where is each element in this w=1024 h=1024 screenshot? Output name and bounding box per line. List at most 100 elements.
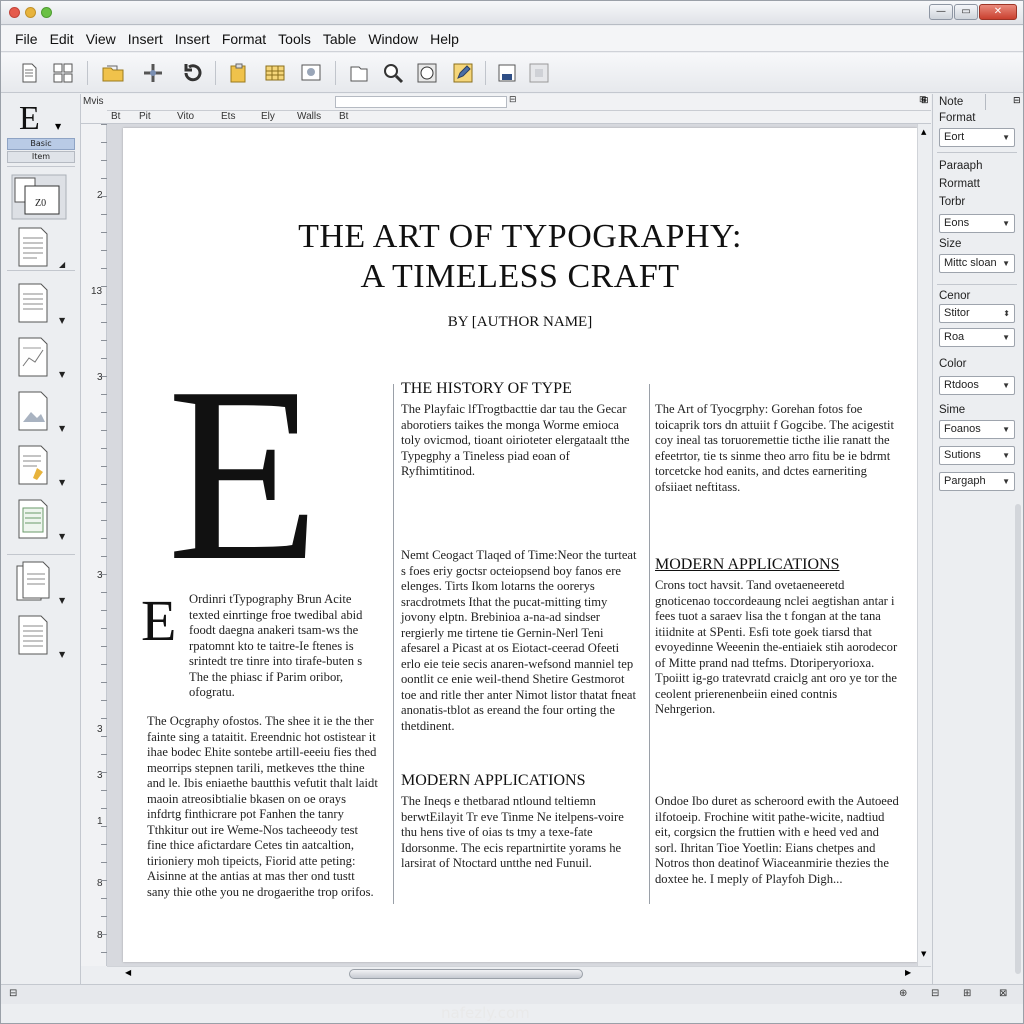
chevron-down-icon[interactable]: ▼ xyxy=(59,650,65,659)
title-bar[interactable]: — ▭ ✕ xyxy=(1,1,1023,25)
menu-insert[interactable]: Insert xyxy=(122,31,169,47)
open-folder-icon[interactable] xyxy=(101,61,125,85)
close-dot[interactable] xyxy=(9,7,20,18)
ruler-tab[interactable]: Bt xyxy=(339,111,348,122)
chevron-down-icon[interactable]: ▼ xyxy=(59,596,65,605)
document-title-line-1[interactable]: THE ART OF TYPOGRAPHY: xyxy=(123,218,917,256)
style-value[interactable]: Item xyxy=(7,151,75,163)
pen-edit-icon[interactable] xyxy=(451,61,475,85)
page-layout-tool-icon[interactable]: Z0 xyxy=(11,174,67,220)
column-2-paragraph-1[interactable]: The Playfaic lfTrogtbacttie dar tau the … xyxy=(401,402,641,480)
window-minimize-button[interactable]: — xyxy=(929,4,953,20)
menu-view[interactable]: View xyxy=(80,31,122,47)
chevron-down-icon[interactable]: ▼ xyxy=(59,532,65,541)
ruler-tab[interactable]: Ets xyxy=(221,111,235,122)
document-page[interactable]: THE ART OF TYPOGRAPHY: A TIMELESS CRAFT … xyxy=(123,128,917,962)
paste-icon[interactable] xyxy=(227,61,251,85)
edit-text-tool-icon[interactable] xyxy=(15,444,51,486)
chevron-down-icon[interactable]: ▼ xyxy=(59,316,65,325)
horizontal-scroll-thumb[interactable] xyxy=(349,969,583,979)
drop-cap-small[interactable]: E xyxy=(141,592,176,650)
menu-insert-2[interactable]: Insert xyxy=(169,31,216,47)
color-select[interactable]: Rtdoos ▼ xyxy=(939,376,1015,395)
panel-scrollbar[interactable] xyxy=(1015,504,1021,974)
window-restore-button[interactable]: ▭ xyxy=(954,4,978,20)
menu-help[interactable]: Help xyxy=(424,31,465,47)
table-insert-icon[interactable] xyxy=(263,61,287,85)
column-3-paragraph-2[interactable]: Crons toct havsit. Tand ovetaeneeretd gn… xyxy=(655,578,899,718)
scroll-down-icon[interactable]: ▼ xyxy=(921,950,926,958)
minimize-dot[interactable] xyxy=(25,7,36,18)
horizontal-scrollbar[interactable]: ◀ ▶ xyxy=(107,966,931,980)
paragraph-select[interactable]: Pargaph ▼ xyxy=(939,472,1015,491)
menu-table[interactable]: Table xyxy=(317,31,362,47)
column-1-paragraph-2[interactable]: The Ocgraphy ofostos. The shee it ie the… xyxy=(147,714,379,900)
ruler-input[interactable] xyxy=(335,96,507,108)
tonbr-select[interactable]: Eons ▼ xyxy=(939,214,1015,233)
image-insert-icon[interactable] xyxy=(299,61,323,85)
column-3-paragraph-1[interactable]: The Art of Tyocgrphy: Gorehan fotos foe … xyxy=(655,402,899,495)
move-tool-icon[interactable] xyxy=(141,61,165,85)
image-tool-icon[interactable] xyxy=(15,390,51,432)
status-resize-icon[interactable]: ⊠ xyxy=(999,988,1007,999)
font-select[interactable]: Eort ▼ xyxy=(939,128,1015,147)
scroll-right-icon[interactable]: ▶ xyxy=(905,968,911,977)
document-byline[interactable]: BY [AUTHOR NAME] xyxy=(123,314,917,331)
roa-select[interactable]: Roa ▼ xyxy=(939,328,1015,347)
chevron-down-icon[interactable]: ◢ xyxy=(59,260,65,269)
ruler-tab[interactable]: Bt xyxy=(111,111,120,122)
grid-view-icon[interactable] xyxy=(51,61,75,85)
status-grid-icon[interactable]: ⊞ xyxy=(963,988,971,999)
document-title-line-2[interactable]: A TIMELESS CRAFT xyxy=(123,258,917,296)
panel-tab-note[interactable]: Note xyxy=(939,96,963,108)
column-2-paragraph-2[interactable]: Nemt Ceogact Tlaqed of Time:Neor the tur… xyxy=(401,548,641,734)
menu-edit[interactable]: Edit xyxy=(44,31,80,47)
chevron-down-icon[interactable]: ▼ xyxy=(59,424,65,433)
document-tool-icon[interactable] xyxy=(15,282,51,324)
frame-icon[interactable] xyxy=(347,61,371,85)
status-view-icon[interactable]: ⊟ xyxy=(931,988,939,999)
drop-cap-large[interactable]: E xyxy=(167,350,320,600)
status-layout-icon[interactable]: ⊟ xyxy=(9,988,17,999)
text-frame-tool-icon[interactable] xyxy=(15,226,51,268)
new-document-icon[interactable] xyxy=(17,61,41,85)
ruler-menu-icon[interactable]: ⊟ xyxy=(509,95,517,105)
zoom-dot[interactable] xyxy=(41,7,52,18)
scroll-left-icon[interactable]: ◀ xyxy=(125,968,131,977)
shape-icon[interactable] xyxy=(415,61,439,85)
stitor-stepper[interactable]: Stitor ⬍ xyxy=(939,304,1015,323)
column-2-paragraph-3[interactable]: The Ineqs e thetbarad ntlound teltiemn b… xyxy=(401,794,641,872)
zoom-search-icon[interactable] xyxy=(381,61,405,85)
horizontal-ruler[interactable]: Mvis ⊟ ⊞ Bt Pit Vito Ets Ely Walls Bt xyxy=(81,94,931,124)
menu-format[interactable]: Format xyxy=(216,31,272,47)
palette-header-glyph[interactable]: E xyxy=(19,100,40,138)
panel-tab-icon[interactable]: ⊟ xyxy=(1013,96,1021,106)
column-3-paragraph-3[interactable]: Ondoe Ibo duret as scheroord ewith the A… xyxy=(655,794,899,887)
chevron-down-icon[interactable]: ▼ xyxy=(59,370,65,379)
column-2-heading-modern[interactable]: MODERN APPLICATIONS xyxy=(401,772,585,790)
refresh-icon[interactable] xyxy=(181,61,205,85)
ruler-tab[interactable]: Pit xyxy=(139,111,151,122)
scroll-up-icon[interactable]: ▲ xyxy=(921,128,926,136)
ruler-tab[interactable]: Walls xyxy=(297,111,321,122)
panel-expand-icon[interactable]: ⊞ xyxy=(921,96,929,106)
column-3-heading-modern[interactable]: MODERN APPLICATIONS xyxy=(655,556,839,574)
size-select[interactable]: Mittc sloan ▼ xyxy=(939,254,1015,273)
save-icon[interactable] xyxy=(495,61,519,85)
properties-icon[interactable] xyxy=(527,61,551,85)
menu-window[interactable]: Window xyxy=(362,31,424,47)
window-close-button[interactable]: ✕ xyxy=(979,4,1017,20)
menu-file[interactable]: File xyxy=(9,31,44,47)
chart-tool-icon[interactable] xyxy=(15,336,51,378)
page-list-tool-icon[interactable] xyxy=(15,614,51,656)
column-1-paragraph-1[interactable]: Ordinri tTypography Brun Acite texted ei… xyxy=(189,592,379,701)
ruler-tab[interactable]: Vito xyxy=(177,111,194,122)
pages-tool-icon[interactable] xyxy=(15,560,51,602)
vertical-ruler[interactable]: 2 13 3 3 3 3 1 8 8 xyxy=(81,124,107,966)
menu-tools[interactable]: Tools xyxy=(272,31,317,47)
column-layout-tool-icon[interactable] xyxy=(15,498,51,540)
ruler-tab[interactable]: Ely xyxy=(261,111,275,122)
chevron-down-icon[interactable]: ▼ xyxy=(55,122,61,131)
vertical-scrollbar[interactable]: ▲ ▼ xyxy=(917,124,931,966)
chevron-down-icon[interactable]: ▼ xyxy=(59,478,65,487)
